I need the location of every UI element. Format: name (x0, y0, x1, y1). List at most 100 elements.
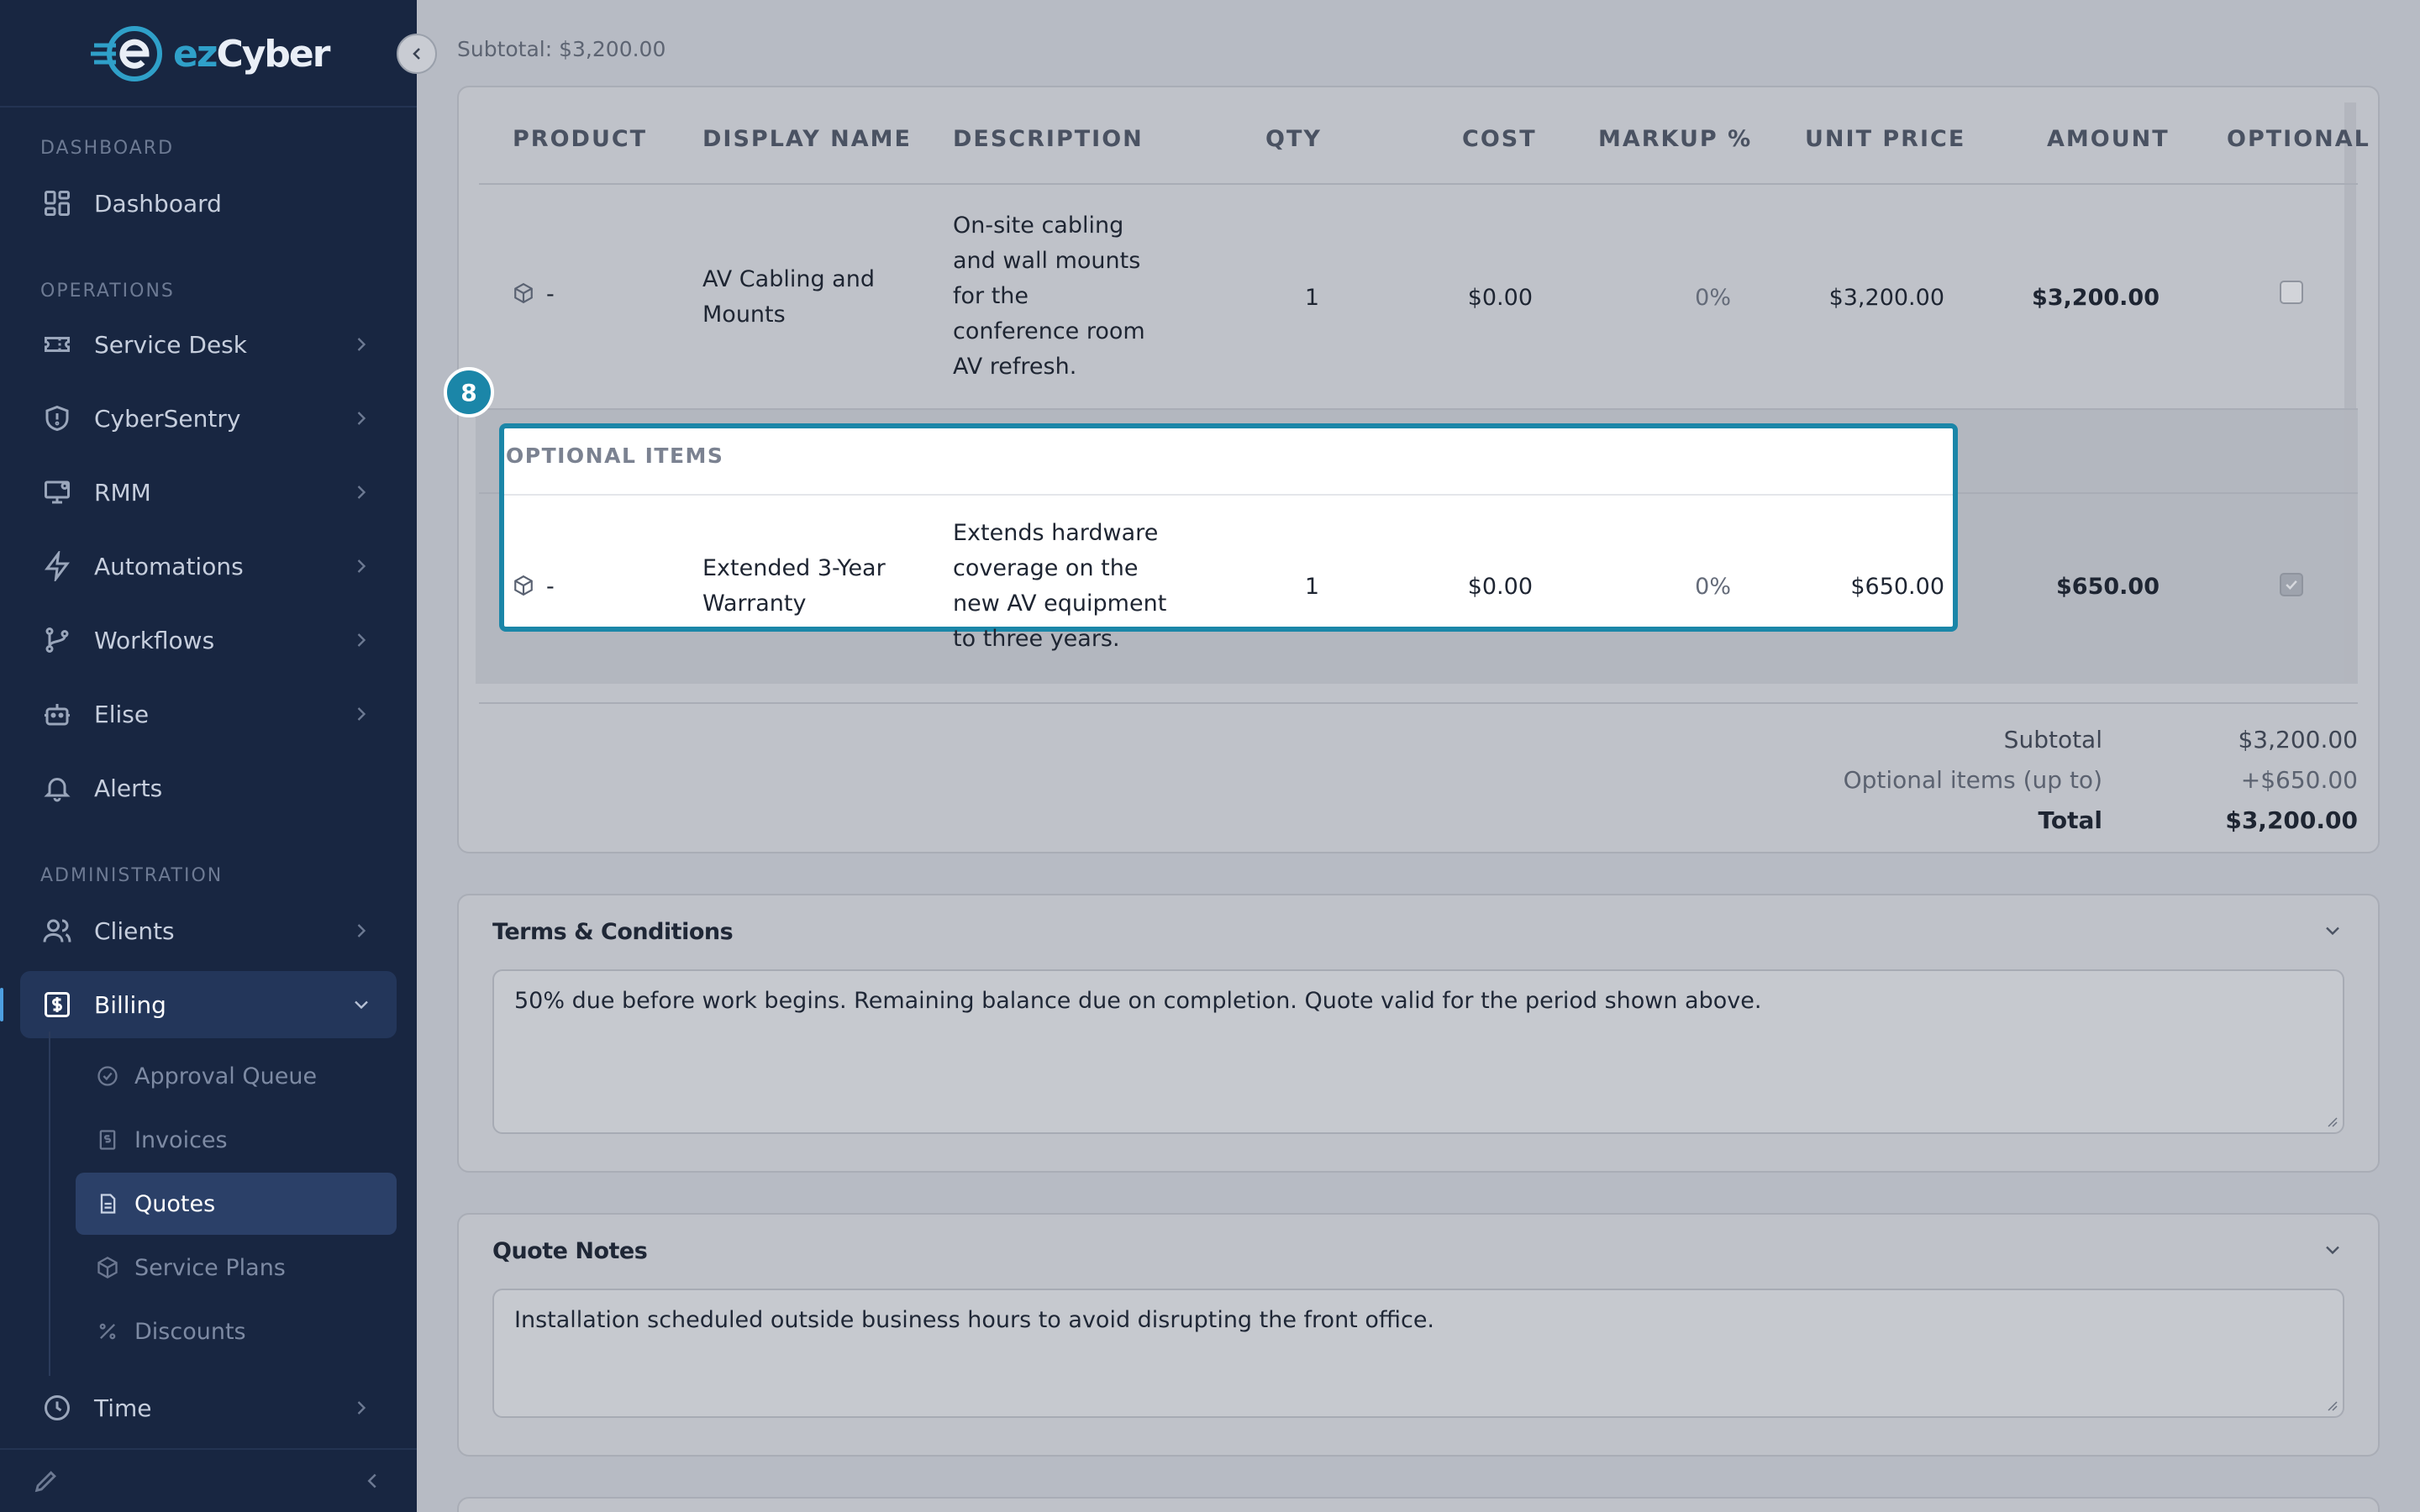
display-name-line: Extended 3-Year (702, 555, 886, 581)
row-unit-price[interactable]: $3,200.00 (1773, 281, 1944, 316)
row-qty[interactable]: 1 (1260, 281, 1319, 316)
col-header-description[interactable]: DESCRIPTION (953, 126, 1144, 152)
shield-icon (40, 402, 74, 435)
optional-row-cost[interactable]: $0.00 (1428, 570, 1533, 605)
row-optional-checkbox[interactable] (2280, 281, 2303, 304)
col-header-amount[interactable]: AMOUNT (2047, 126, 2170, 152)
sidebar-subitem-approval-queue[interactable]: Approval Queue (76, 1045, 397, 1107)
sidebar-toggle-button[interactable] (397, 34, 437, 74)
terms-textarea[interactable]: 50% due before work begins. Remaining ba… (492, 969, 2344, 1134)
optional-row-qty[interactable]: 1 (1260, 570, 1319, 605)
row-product: - (546, 281, 555, 307)
sidebar-item-label: Automations (94, 552, 244, 580)
percent-icon (96, 1320, 119, 1343)
sidebar-item-label: CyberSentry (94, 404, 241, 433)
sidebar-item-workflows[interactable]: Workflows (20, 606, 397, 674)
optional-row-markup[interactable]: 0% (1630, 570, 1731, 605)
row-divider (479, 408, 2358, 410)
sidebar-subitem-invoices[interactable]: Invoices (76, 1109, 397, 1171)
chevron-right-icon (357, 1401, 366, 1415)
sidebar-item-label: Clients (94, 916, 175, 945)
totals-total-label: Total (2038, 806, 2103, 834)
col-header-cost[interactable]: COST (1462, 126, 1537, 152)
col-header-qty[interactable]: QTY (1265, 126, 1322, 152)
checkmark-icon (2286, 580, 2297, 590)
sidebar-item-label: Workflows (94, 626, 215, 654)
sidebar-item-automations[interactable]: Automations (20, 533, 397, 600)
optional-items-label: OPTIONAL ITEMS (506, 444, 724, 468)
totals-divider (479, 702, 2358, 704)
chevron-down-icon[interactable] (2321, 919, 2344, 942)
table-horizontal-scroll-area[interactable] (2344, 102, 2356, 682)
ez-logo-icon (91, 26, 162, 81)
row-cost[interactable]: $0.00 (1428, 281, 1533, 316)
sidebar-subitem-label: Quotes (134, 1190, 216, 1217)
description-line: On-site cabling (953, 213, 1124, 239)
resize-handle-icon[interactable] (2324, 1114, 2338, 1127)
resize-handle-icon[interactable] (2324, 1398, 2338, 1411)
pencil-icon[interactable] (32, 1467, 60, 1495)
brand-name: ezCyber (173, 32, 330, 76)
sidebar-subitem-quotes[interactable]: Quotes (76, 1173, 397, 1235)
totals-optional-label: Optional items (up to) (1843, 766, 2102, 794)
dashboard-icon (40, 186, 74, 220)
sidebar-subitem-label: Discounts (134, 1318, 246, 1345)
sidebar-item-service-desk[interactable]: Service Desk (20, 311, 397, 378)
collapse-sidebar-icon[interactable] (360, 1468, 385, 1494)
subtotal-summary: Subtotal: $3,200.00 (457, 37, 666, 61)
notes-textarea[interactable]: Installation scheduled outside business … (492, 1289, 2344, 1418)
description-line: Extends hardware (953, 520, 1159, 546)
sidebar-subitem-discounts[interactable]: Discounts (76, 1300, 397, 1362)
chevron-left-icon (413, 48, 420, 60)
branch-icon (40, 623, 74, 657)
col-header-display-name[interactable]: DISPLAY NAME (702, 126, 912, 152)
optional-row-description: Extends hardware coverage on the new AV … (953, 516, 1166, 622)
row-markup[interactable]: 0% (1630, 281, 1731, 316)
brand-logo[interactable]: ezCyber (91, 20, 330, 87)
notes-card: Quote Notes Installation scheduled outsi… (457, 1213, 2380, 1457)
optional-row-display-name: Extended 3-Year Warranty (702, 551, 886, 622)
sidebar-item-cybersentry[interactable]: CyberSentry (20, 385, 397, 452)
sidebar-subitem-label: Invoices (134, 1126, 228, 1153)
col-header-markup[interactable]: MARKUP % (1598, 126, 1752, 152)
sidebar-item-billing[interactable]: Billing (0, 971, 397, 1038)
display-name-line: Warranty (702, 591, 807, 617)
sidebar-item-label: Service Desk (94, 330, 247, 359)
sidebar-item-label: RMM (94, 478, 151, 507)
col-header-optional[interactable]: OPTIONAL (2227, 126, 2370, 152)
terms-title[interactable]: Terms & Conditions (492, 919, 734, 945)
col-header-product[interactable]: PRODUCT (513, 126, 647, 152)
sidebar-item-label: Time (94, 1394, 152, 1422)
package-icon (514, 282, 533, 304)
chevron-down-icon[interactable] (2321, 1238, 2344, 1262)
col-header-unit-price[interactable]: UNIT PRICE (1805, 126, 1965, 152)
sidebar-subitem-service-plans[interactable]: Service Plans (76, 1236, 397, 1299)
package-icon (96, 1256, 119, 1279)
check-circle-icon (96, 1064, 119, 1088)
sidebar-item-elise[interactable]: Elise (20, 680, 397, 748)
optional-row-amount: $650.00 (2056, 574, 2160, 600)
package-icon (514, 575, 533, 596)
chevron-down-icon (355, 1000, 368, 1010)
section-label-administration: ADMINISTRATION (40, 865, 224, 886)
sidebar-item-time[interactable]: Time (20, 1374, 397, 1441)
chevron-right-icon (357, 707, 366, 721)
sidebar-item-clients[interactable]: Clients (20, 897, 397, 964)
sidebar-divider (0, 106, 417, 108)
optional-row-unit-price[interactable]: $650.00 (1773, 570, 1944, 605)
sidebar-item-rmm[interactable]: RMM (20, 459, 397, 526)
sidebar-item-label: Alerts (94, 774, 163, 802)
sidebar-item-alerts[interactable]: Alerts (20, 754, 397, 822)
totals-total-value: $3,200.00 (2225, 806, 2358, 834)
notes-title[interactable]: Quote Notes (492, 1238, 648, 1264)
sidebar-item-dashboard[interactable]: Dashboard (20, 170, 397, 237)
optional-row-checkbox[interactable] (2280, 573, 2303, 596)
optional-items-highlight[interactable]: OPTIONAL ITEMS - Extended 3-Year Warrant… (499, 423, 1958, 632)
users-icon (40, 914, 74, 948)
chevron-right-icon (357, 412, 366, 425)
sidebar-item-label: Elise (94, 700, 150, 728)
description-line: for the (953, 283, 1029, 309)
description-line: and wall mounts (953, 248, 1141, 274)
totals-subtotal-label: Subtotal (2003, 726, 2102, 753)
notes-text: Installation scheduled outside business … (514, 1307, 1435, 1333)
